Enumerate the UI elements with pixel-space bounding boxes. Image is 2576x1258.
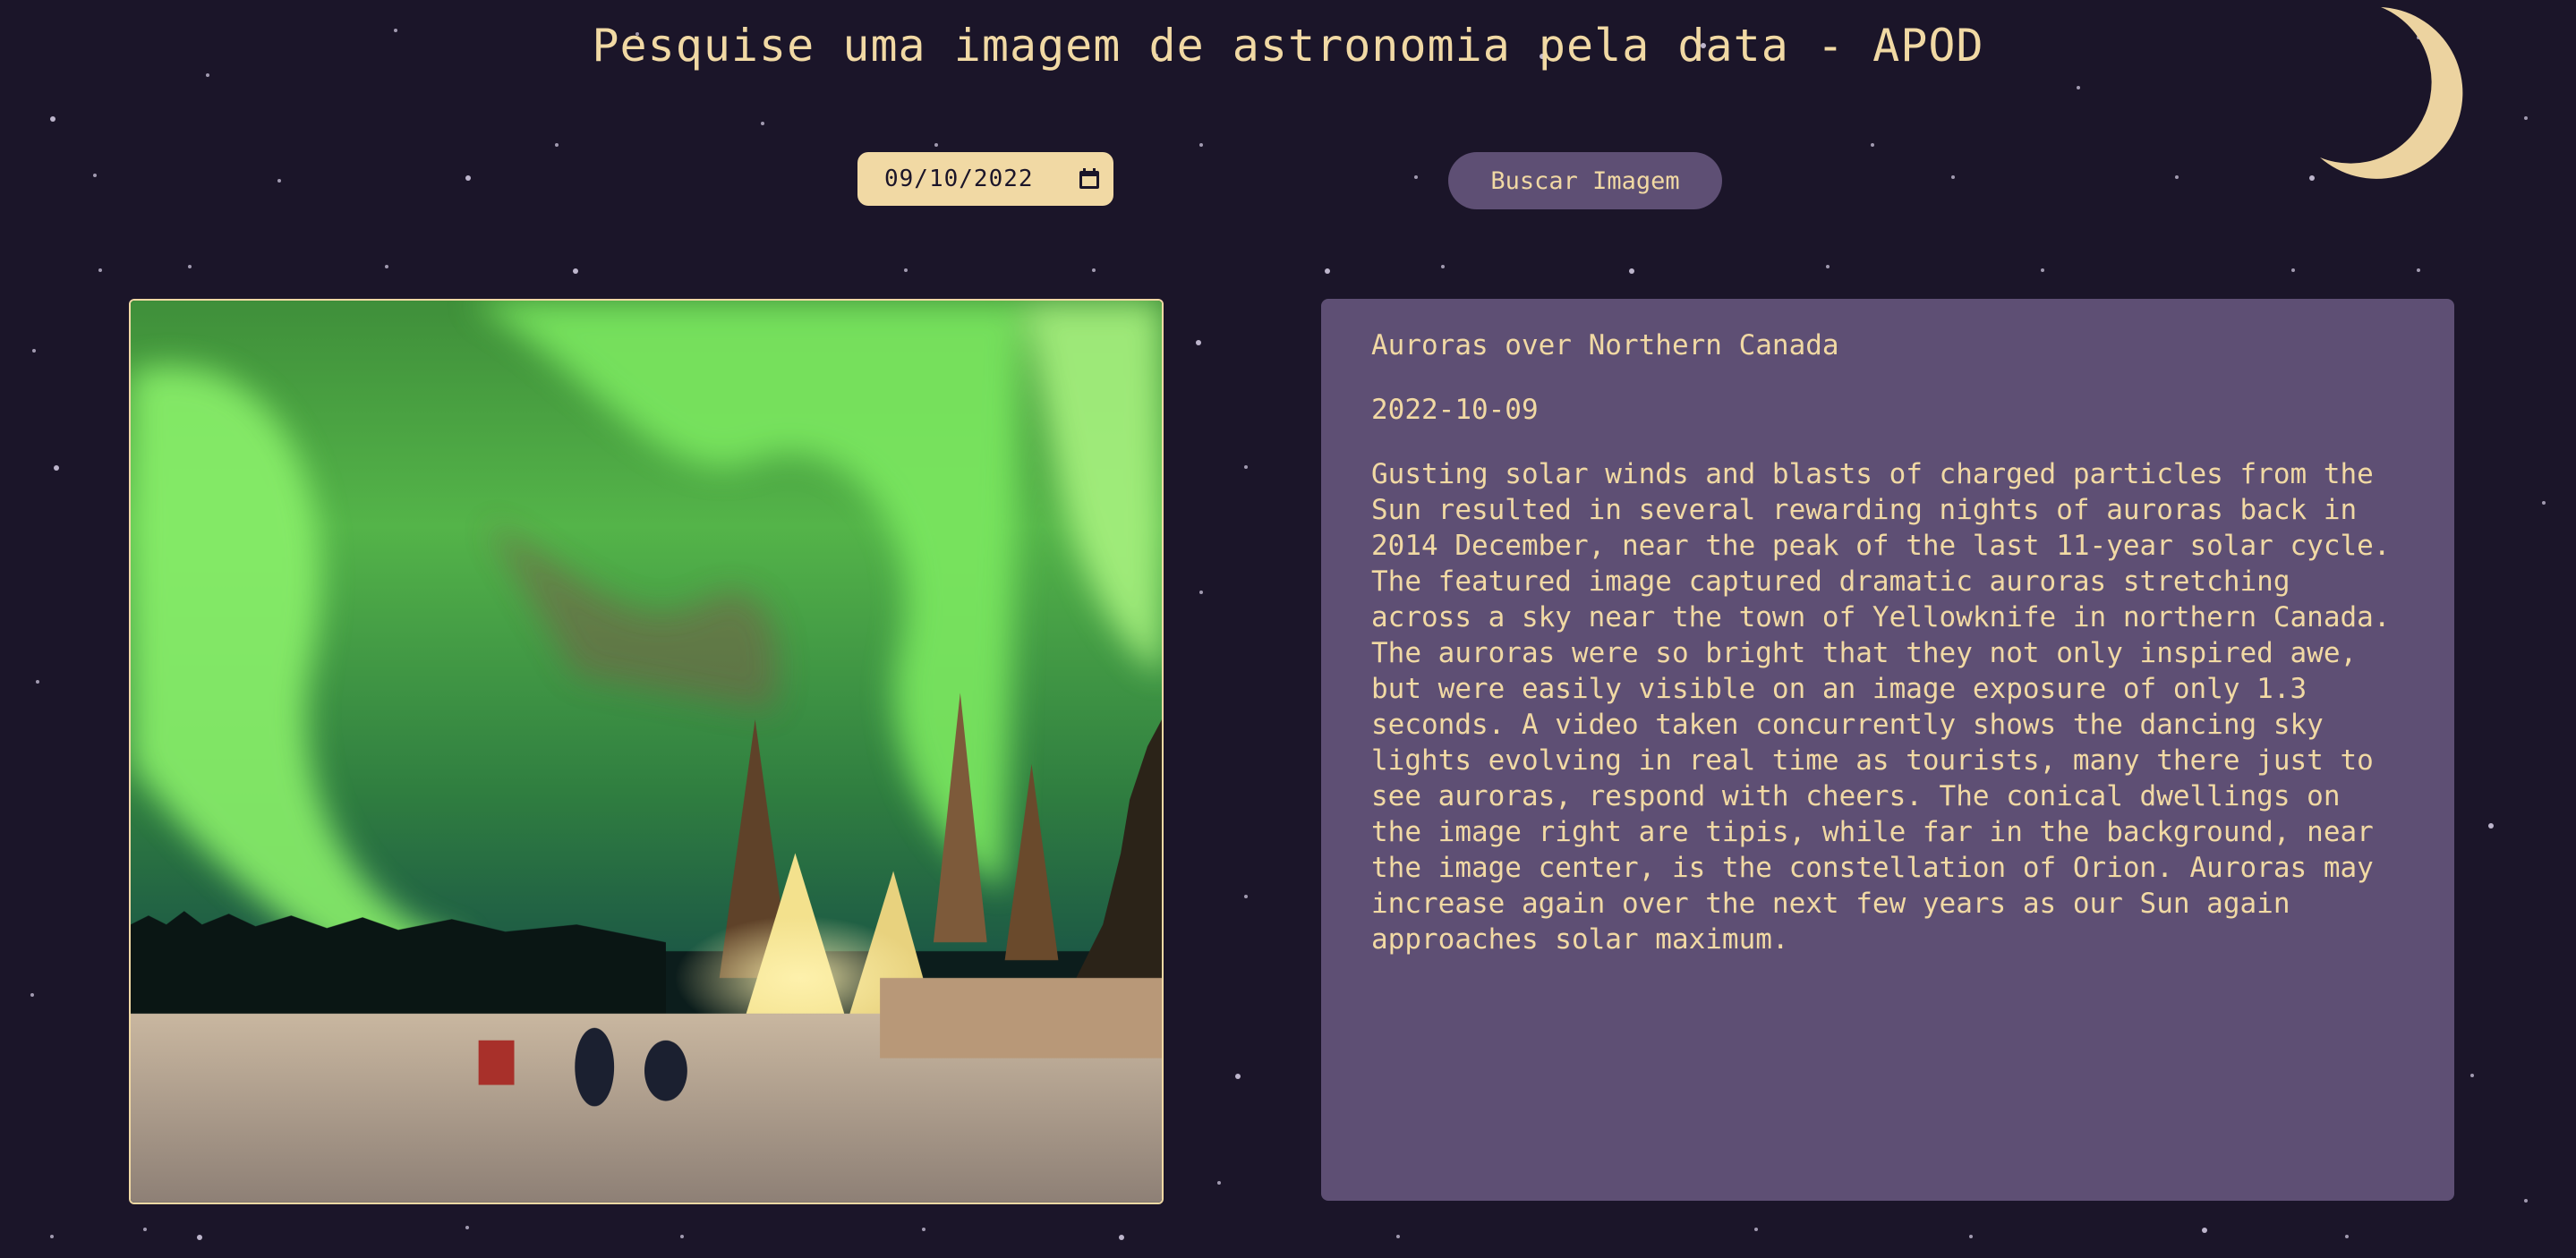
star [904,268,908,272]
star [2470,1074,2474,1077]
calendar-icon[interactable] [1078,167,1101,191]
star [36,680,39,684]
star [2345,1235,2349,1238]
star [1396,1235,1400,1238]
star [922,1228,925,1231]
star [2417,268,2420,272]
star [2488,823,2494,829]
star [2175,175,2179,179]
star [1951,175,1955,179]
star [1826,265,1830,268]
date-input[interactable]: 09/10/2022 [857,152,1113,206]
star [555,143,559,147]
star [50,1235,54,1238]
star [1414,175,1418,179]
star [277,179,281,183]
star [1441,265,1445,268]
star [30,993,34,997]
star [1119,1235,1124,1240]
star [1092,268,1096,272]
star [573,268,578,274]
star [1969,1235,1973,1238]
star [143,1228,147,1231]
star [1217,1181,1221,1185]
star [2077,86,2080,89]
apod-date: 2022-10-09 [1371,394,1539,426]
star [98,268,102,272]
star [2309,175,2315,181]
apod-explanation: Gusting solar winds and blasts of charge… [1371,458,2391,956]
star [93,174,97,177]
star [2291,268,2295,272]
star [50,116,55,122]
star [1235,1074,1241,1079]
star [2524,116,2528,120]
star [197,1235,202,1240]
star [188,265,192,268]
star [680,1235,684,1238]
aurora-photo [131,301,1162,1203]
star [2041,268,2044,272]
star [1754,1228,1758,1231]
date-input-value: 09/10/2022 [884,166,1034,192]
star [1244,465,1248,469]
star [1871,143,1874,147]
star [465,1226,469,1229]
apod-image [129,299,1164,1204]
star [32,349,36,353]
search-image-button[interactable]: Buscar Imagem [1448,152,1722,209]
star [2524,1199,2528,1203]
star [1325,268,1330,274]
star [1244,895,1248,898]
star [2202,1228,2207,1233]
page-title: Pesquise uma imagem de astronomia pela d… [592,20,1984,72]
star [1629,268,1634,274]
star [465,175,471,181]
apod-title: Auroras over Northern Canada [1371,329,1839,361]
star [1199,143,1203,147]
star [1199,591,1203,594]
star [2542,501,2546,505]
star [54,465,59,471]
star [1196,340,1201,345]
apod-info-panel: Auroras over Northern Canada 2022-10-09 … [1321,299,2454,1201]
star [934,143,938,147]
star [206,73,209,77]
star [761,122,764,125]
star [385,265,388,268]
